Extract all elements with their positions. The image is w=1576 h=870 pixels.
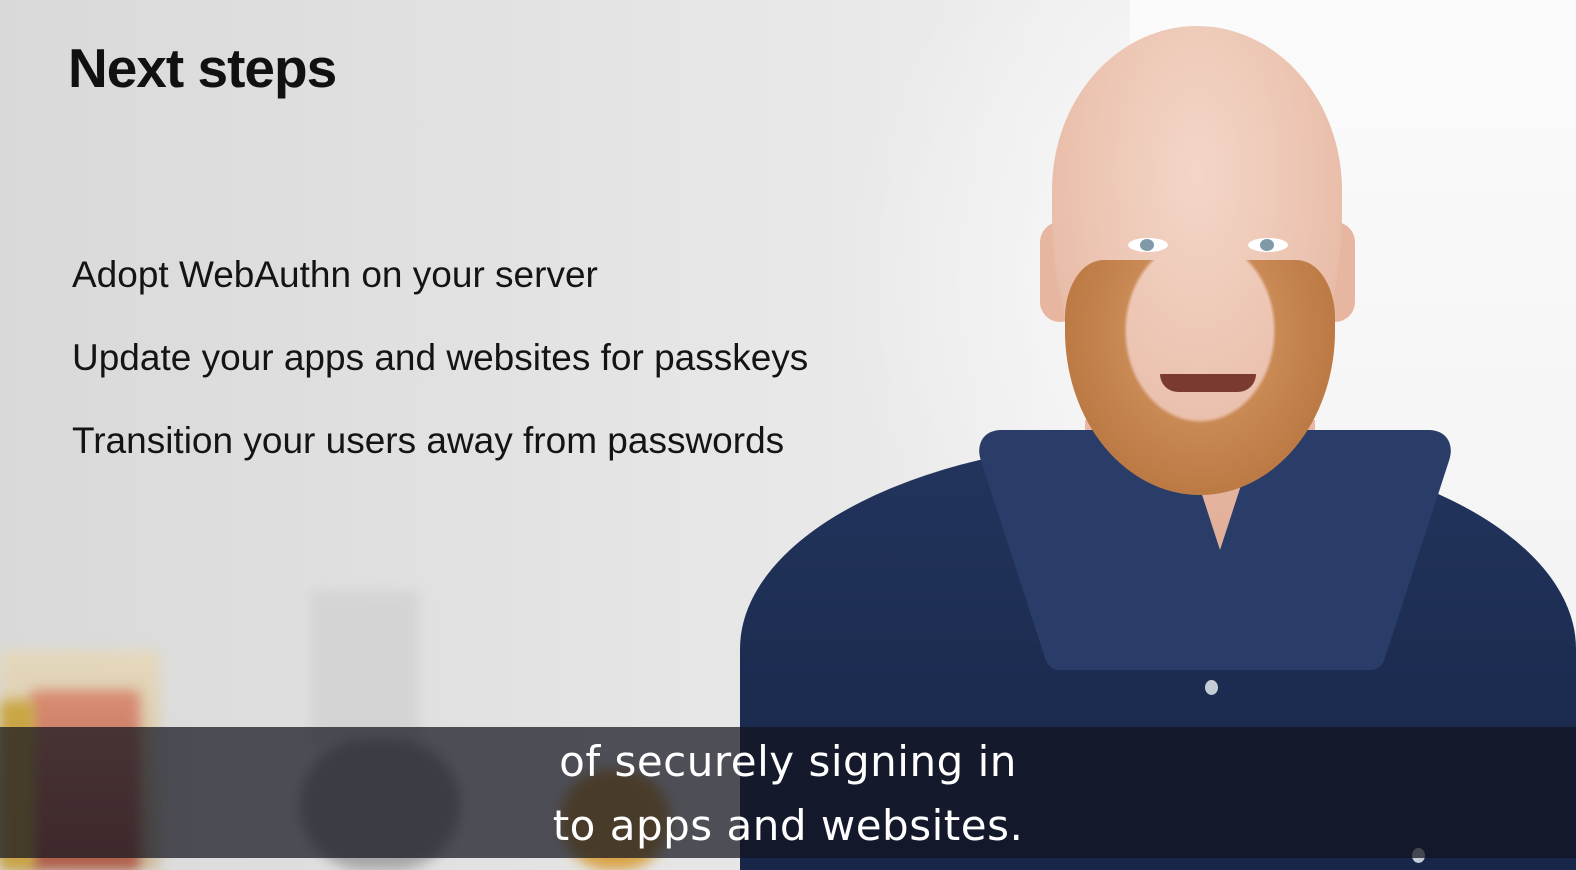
- presenter-eye: [1128, 238, 1168, 252]
- next-steps-list: Adopt WebAuthn on your server Update you…: [72, 250, 808, 499]
- shirt-button: [1205, 680, 1218, 695]
- caption-line: of securely signing in: [559, 737, 1017, 786]
- list-item: Adopt WebAuthn on your server: [72, 254, 598, 295]
- list-item: Transition your users away from password…: [72, 420, 785, 461]
- caption-line: to apps and websites.: [552, 801, 1024, 850]
- presenter-eye: [1248, 238, 1288, 252]
- presenter-mouth: [1160, 374, 1256, 392]
- video-frame[interactable]: Next steps Adopt WebAuthn on your server…: [0, 0, 1576, 870]
- slide-title: Next steps: [68, 37, 337, 99]
- background-object: [310, 590, 420, 750]
- list-item: Update your apps and websites for passke…: [72, 337, 809, 378]
